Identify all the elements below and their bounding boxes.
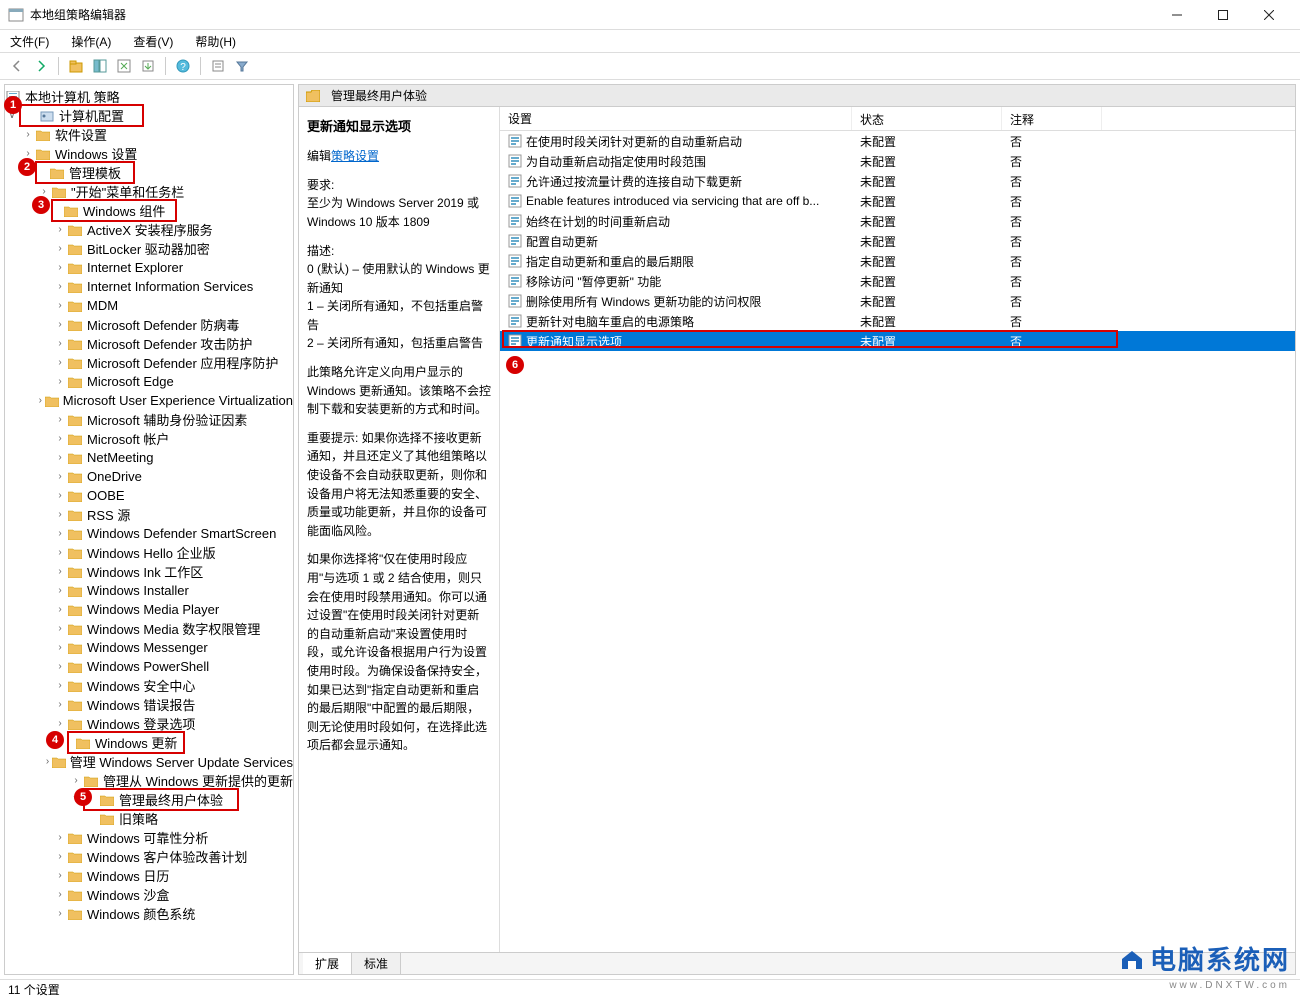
filter-button[interactable] <box>231 55 253 77</box>
tree-item[interactable]: ›Windows 日历 <box>5 866 293 885</box>
tree-item[interactable]: ›Windows PowerShell <box>5 657 293 676</box>
tree-item[interactable]: ›NetMeeting <box>5 448 293 467</box>
badge-3: 3 <box>32 196 50 214</box>
tree-item[interactable]: ›Microsoft Edge <box>5 372 293 391</box>
policy-row[interactable]: 更新针对电脑车重启的电源策略未配置否 <box>500 311 1295 331</box>
tree-item[interactable]: ›Windows 客户体验改善计划 <box>5 847 293 866</box>
tree-item[interactable]: ›Windows Messenger <box>5 638 293 657</box>
list-header: 设置 状态 注释 <box>500 107 1295 131</box>
properties-button[interactable] <box>207 55 229 77</box>
policy-row[interactable]: 删除使用所有 Windows 更新功能的访问权限未配置否 <box>500 291 1295 311</box>
app-icon <box>8 7 24 23</box>
description-panel: 更新通知显示选项 编辑策略设置 要求:至少为 Windows Server 20… <box>299 107 499 974</box>
tree-item[interactable]: ∨管理最终用户体验 <box>5 790 293 809</box>
policy-row[interactable]: 允许通过按流量计费的连接自动下载更新未配置否 <box>500 171 1295 191</box>
menu-file[interactable]: 文件(F) <box>6 31 53 52</box>
nav-forward-button[interactable] <box>30 55 52 77</box>
tab-extended[interactable]: 扩展 <box>303 953 352 974</box>
policy-row[interactable]: 指定自动更新和重启的最后期限未配置否 <box>500 251 1295 271</box>
policy-row[interactable]: 移除访问 "暂停更新" 功能未配置否 <box>500 271 1295 291</box>
col-state[interactable]: 状态 <box>852 107 1002 130</box>
details-header: 管理最终用户体验 <box>299 85 1295 107</box>
menubar: 文件(F) 操作(A) 查看(V) 帮助(H) <box>0 30 1300 52</box>
tree-item[interactable]: ›Internet Explorer <box>5 258 293 277</box>
tree-item[interactable]: ›Windows 沙盒 <box>5 885 293 904</box>
tree-item[interactable]: ›OOBE <box>5 486 293 505</box>
policy-row[interactable]: 始终在计划的时间重新启动未配置否 <box>500 211 1295 231</box>
tree-item[interactable]: ∨管理模板 <box>5 163 293 182</box>
svg-text:?: ? <box>180 62 186 73</box>
tree-item[interactable]: ›Windows Installer <box>5 581 293 600</box>
tree-item[interactable]: 旧策略 <box>5 809 293 828</box>
tree-item[interactable]: ›Microsoft Defender 攻击防护 <box>5 334 293 353</box>
col-setting[interactable]: 设置 <box>500 107 852 130</box>
policy-title: 更新通知显示选项 <box>307 117 491 137</box>
tree-item[interactable]: ›OneDrive <box>5 467 293 486</box>
menu-help[interactable]: 帮助(H) <box>191 31 240 52</box>
col-note[interactable]: 注释 <box>1002 107 1102 130</box>
policy-row[interactable]: 为自动重新启动指定使用时段范围未配置否 <box>500 151 1295 171</box>
tree-item[interactable]: ›Windows 安全中心 <box>5 676 293 695</box>
tree-item[interactable]: ›Windows Defender SmartScreen <box>5 524 293 543</box>
policy-row[interactable]: 在使用时段关闭针对更新的自动重新启动未配置否 <box>500 131 1295 151</box>
menu-action[interactable]: 操作(A) <box>67 31 115 52</box>
status-text: 11 个设置 <box>8 981 60 998</box>
tree-item[interactable]: ›Windows Ink 工作区 <box>5 562 293 581</box>
help-button[interactable]: ? <box>172 55 194 77</box>
tree-item[interactable]: ›ActiveX 安装程序服务 <box>5 220 293 239</box>
titlebar: 本地组策略编辑器 <box>0 0 1300 30</box>
maximize-button[interactable] <box>1200 0 1246 30</box>
badge-6: 6 <box>506 356 524 374</box>
tree-item[interactable]: ›BitLocker 驱动器加密 <box>5 239 293 258</box>
badge-2: 2 <box>18 158 36 176</box>
details-header-title: 管理最终用户体验 <box>331 87 427 104</box>
minimize-button[interactable] <box>1154 0 1200 30</box>
window-title: 本地组策略编辑器 <box>30 6 1154 23</box>
close-button[interactable] <box>1246 0 1292 30</box>
tree-item[interactable]: ›RSS 源 <box>5 505 293 524</box>
refresh-button[interactable] <box>113 55 135 77</box>
tree-item[interactable]: ›管理 Windows Server Update Services <box>5 752 293 771</box>
view-tabs: 扩展 标准 <box>299 952 1295 974</box>
tree-pane[interactable]: 本地计算机 策略∨计算机配置›软件设置›Windows 设置∨管理模板›"开始"… <box>4 84 294 975</box>
badge-5: 5 <box>74 788 92 806</box>
export-button[interactable] <box>137 55 159 77</box>
nav-back-button[interactable] <box>6 55 28 77</box>
policy-row[interactable]: Enable features introduced via servicing… <box>500 191 1295 211</box>
policy-row[interactable]: 更新通知显示选项未配置否 <box>500 331 1295 351</box>
tree-item[interactable]: ›Microsoft 辅助身份验证因素 <box>5 410 293 429</box>
edit-policy-link[interactable]: 策略设置 <box>331 149 379 163</box>
tree-item[interactable]: ›Windows 可靠性分析 <box>5 828 293 847</box>
statusbar: 11 个设置 <box>0 979 1300 999</box>
badge-4: 4 <box>46 731 64 749</box>
toolbar: ? <box>0 52 1300 80</box>
tree-item[interactable]: ›Windows Media Player <box>5 600 293 619</box>
tree-item[interactable]: ›软件设置 <box>5 125 293 144</box>
tree-item[interactable]: ›Microsoft Defender 防病毒 <box>5 315 293 334</box>
show-hide-tree-button[interactable] <box>89 55 111 77</box>
policy-row[interactable]: 配置自动更新未配置否 <box>500 231 1295 251</box>
folder-icon <box>305 89 321 103</box>
tree-item[interactable]: ›Windows Media 数字权限管理 <box>5 619 293 638</box>
tree-item[interactable]: ›Microsoft Defender 应用程序防护 <box>5 353 293 372</box>
tree-item[interactable]: ›Windows Hello 企业版 <box>5 543 293 562</box>
tree-item[interactable]: ∨计算机配置 <box>5 106 293 125</box>
tree-item[interactable]: ›Windows 颜色系统 <box>5 904 293 923</box>
policy-list[interactable]: 设置 状态 注释 在使用时段关闭针对更新的自动重新启动未配置否为自动重新启动指定… <box>499 107 1295 974</box>
badge-1: 1 <box>4 96 22 114</box>
tree-item[interactable]: ›Internet Information Services <box>5 277 293 296</box>
tree-item[interactable]: ›MDM <box>5 296 293 315</box>
tree-item[interactable]: ›Microsoft 帐户 <box>5 429 293 448</box>
tab-standard[interactable]: 标准 <box>352 953 401 974</box>
menu-view[interactable]: 查看(V) <box>129 31 177 52</box>
tree-item[interactable]: ›Windows 错误报告 <box>5 695 293 714</box>
details-pane: 管理最终用户体验 更新通知显示选项 编辑策略设置 要求:至少为 Windows … <box>298 84 1296 975</box>
tree-item[interactable]: ›Microsoft User Experience Virtualizatio… <box>5 391 293 410</box>
up-folder-button[interactable] <box>65 55 87 77</box>
